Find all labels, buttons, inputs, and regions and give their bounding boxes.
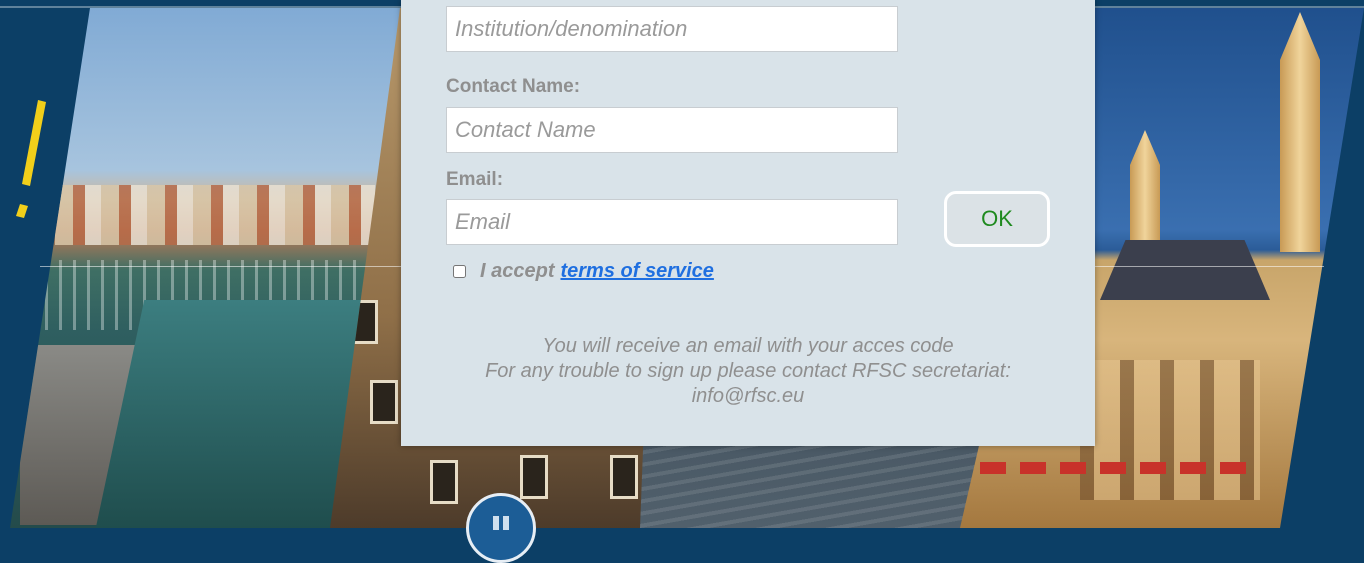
accept-terms-checkbox[interactable] [453,264,466,278]
terms-of-service-link[interactable]: terms of service [560,260,713,283]
building-window [610,455,638,499]
harbor-town [55,185,375,245]
slideshow-pause-button[interactable] [466,493,536,563]
accept-label: I accept [480,259,555,282]
building-window [520,455,548,499]
building-window [370,380,398,424]
harbor-photo [10,8,400,528]
cathedral-arches [1080,360,1260,500]
info-line-access-code: You will receive an email with your acce… [542,335,954,357]
contact-name-label: Contact Name: [446,76,581,97]
building-window [430,460,458,504]
institution-input[interactable] [446,6,898,52]
signup-dialog: Contact Name: Email: OK I accept terms o… [401,0,1095,446]
email-label: Email: [446,169,504,190]
info-line-email: info@rfsc.eu [691,385,805,407]
info-text: You will receive an email with your acce… [401,334,1095,409]
ok-button[interactable]: OK [944,191,1050,247]
contact-name-input[interactable] [446,107,898,153]
exclamation-icon [16,100,46,218]
info-line-contact: For any trouble to sign up please contac… [485,360,1011,382]
cathedral-main-spire [1280,12,1320,252]
accept-terms-row: I accept terms of service [453,258,714,284]
cathedral-flowers [980,462,1250,474]
email-input[interactable] [446,199,898,245]
cathedral-roof [1100,240,1270,300]
